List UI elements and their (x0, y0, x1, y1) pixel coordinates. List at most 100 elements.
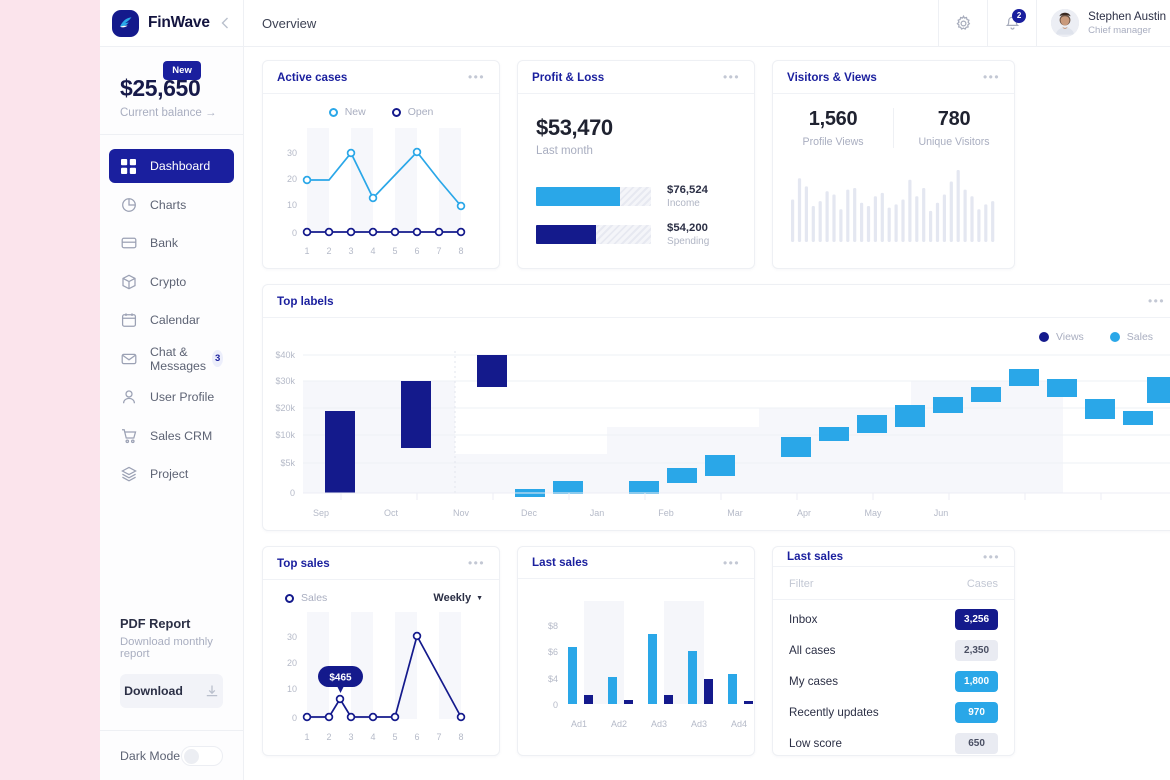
legend-item-open[interactable]: Open (391, 106, 433, 118)
card-body: Sales Weekly ▼ 30 20 10 0 1 2 3 4 5 6 7 … (263, 580, 499, 755)
svg-text:6: 6 (415, 732, 420, 742)
sidebar-item-dashboard[interactable]: Dashboard (109, 149, 235, 183)
legend-label: Sales (1126, 331, 1154, 343)
svg-text:$8: $8 (548, 621, 558, 631)
list-item[interactable]: Recently updates 970 (773, 700, 1014, 724)
sidebar-item-bank[interactable]: Bank (109, 226, 234, 260)
card-header: Active cases ••• (263, 61, 500, 94)
stat-label: Profile Views (802, 136, 864, 148)
brand-name: FinWave (148, 14, 210, 31)
svg-text:5: 5 (393, 246, 398, 256)
download-icon (205, 684, 219, 698)
legend-item-sales[interactable]: Sales (285, 592, 327, 604)
profit-loss-subtitle: Last month (536, 145, 593, 157)
more-icon[interactable]: ••• (468, 71, 485, 83)
card-header: Profit & Loss ••• (518, 61, 755, 94)
svg-text:30: 30 (287, 632, 297, 642)
sidebar-item-chat-messages[interactable]: Chat & Messages 3 (109, 342, 234, 376)
sparkline-bar (908, 179, 912, 242)
visitors-sparkline-chart (791, 170, 995, 242)
list-item-label: Recently updates (789, 705, 879, 719)
profit-loss-amount: $53,470 (536, 115, 613, 140)
sidebar-item-project[interactable]: Project (109, 457, 234, 491)
chart-legend: New Open (263, 94, 499, 118)
svg-text:30: 30 (287, 148, 297, 158)
legend-marker (1038, 332, 1049, 342)
stat-unique-visitors: 780 Unique Visitors (893, 108, 1014, 148)
x-axis-ticks (303, 492, 1170, 500)
sidebar-item-calendar[interactable]: Calendar (109, 303, 234, 337)
calendar-icon (120, 312, 137, 329)
y-axis-labels: $8 $6 $4 0 (548, 621, 558, 710)
svg-text:0: 0 (553, 700, 558, 710)
more-icon[interactable]: ••• (723, 71, 740, 83)
sidebar-item-crypto[interactable]: Crypto (109, 265, 234, 299)
card-active-cases: Active cases ••• New Open 30 20 10 0 1 2… (262, 60, 501, 269)
card-header: Last sales ••• (773, 547, 1015, 567)
sidebar-collapse-button[interactable] (217, 13, 233, 33)
sparkline-bar (956, 170, 960, 242)
income-bar-fill (536, 187, 620, 206)
svg-text:Oct: Oct (384, 508, 399, 518)
status-badge: 3,256 (955, 608, 999, 630)
sparkline-bar (832, 194, 836, 242)
legend-item-sales[interactable]: Sales (1109, 331, 1154, 343)
dark-mode-label: Dark Mode (120, 748, 181, 763)
sparkline-bar (880, 192, 884, 242)
download-button[interactable]: Download (120, 674, 224, 708)
more-icon[interactable]: ••• (468, 557, 485, 569)
card-title: Active cases (277, 70, 348, 84)
card-visitors-views: Visitors & Views ••• 1,560 Profile Views… (772, 60, 1016, 269)
svg-text:7: 7 (437, 246, 442, 256)
list-item[interactable]: Low score 650 (773, 731, 1014, 755)
dark-mode-toggle[interactable] (181, 745, 224, 766)
more-icon[interactable]: ••• (723, 557, 740, 569)
list-item[interactable]: My cases 1,800 (773, 669, 1014, 693)
user-icon (120, 389, 137, 406)
legend-item-views[interactable]: Views (1038, 331, 1084, 343)
sparkline-bar (887, 207, 891, 242)
settings-button[interactable] (938, 0, 987, 47)
sparkline-bar (818, 201, 822, 242)
svg-text:Mar: Mar (727, 508, 743, 518)
svg-text:8: 8 (459, 246, 464, 256)
legend-marker (285, 593, 295, 603)
period-select[interactable]: Weekly ▼ (433, 592, 483, 604)
svg-text:2: 2 (327, 246, 332, 256)
income-value: $76,524 (667, 184, 708, 196)
svg-text:$40k: $40k (276, 350, 296, 360)
balance-label[interactable]: Current balance → (120, 107, 223, 119)
topbar-actions: 2 Stephen Austin Chief manager ▼ (938, 0, 1170, 47)
last-sales-bar-chart: $8 $6 $4 0 Ad1 Ad2 Ad3 Ad3 Ad4 (548, 601, 754, 729)
card-title: Last sales (787, 550, 844, 563)
sidebar-item-label: Crypto (150, 274, 187, 289)
x-axis-labels: 1 2 3 4 5 6 7 8 (305, 246, 464, 256)
svg-text:Feb: Feb (658, 508, 674, 518)
sidebar-item-charts[interactable]: Charts (109, 188, 234, 222)
list-item-label: Low score (789, 736, 842, 750)
list-item[interactable]: Inbox 3,256 (773, 607, 1014, 631)
spending-value: $54,200 (667, 222, 708, 234)
more-icon[interactable]: ••• (983, 71, 1000, 83)
card-icon (120, 235, 137, 252)
legend-item-new[interactable]: New (328, 106, 366, 118)
list-item-label: My cases (789, 674, 839, 688)
more-icon[interactable]: ••• (983, 551, 1000, 563)
active-cases-line-chart: 30 20 10 0 1 2 3 4 5 6 7 8 (287, 128, 466, 256)
sparkline-bar (915, 196, 919, 242)
sparkline-bar (901, 199, 905, 242)
user-menu[interactable]: Stephen Austin Chief manager ▼ (1036, 0, 1170, 47)
spending-bar-row: $54,200 Spending (536, 222, 736, 247)
status-badge: 2,350 (955, 639, 999, 661)
sparkline-bar (970, 196, 974, 242)
list-item[interactable]: All cases 2,350 (773, 638, 1014, 662)
x-axis-labels: 1 2 3 4 5 6 7 8 (305, 732, 464, 742)
svg-text:10: 10 (287, 684, 297, 694)
sidebar-item-user-profile[interactable]: User Profile (109, 380, 234, 414)
svg-text:0: 0 (290, 488, 295, 498)
more-icon[interactable]: ••• (1148, 295, 1165, 307)
svg-text:Ad3: Ad3 (691, 719, 707, 729)
stat-value: 1,560 (808, 108, 858, 130)
notifications-button[interactable]: 2 (987, 0, 1036, 47)
sidebar-item-sales-crm[interactable]: Sales CRM (109, 419, 234, 453)
